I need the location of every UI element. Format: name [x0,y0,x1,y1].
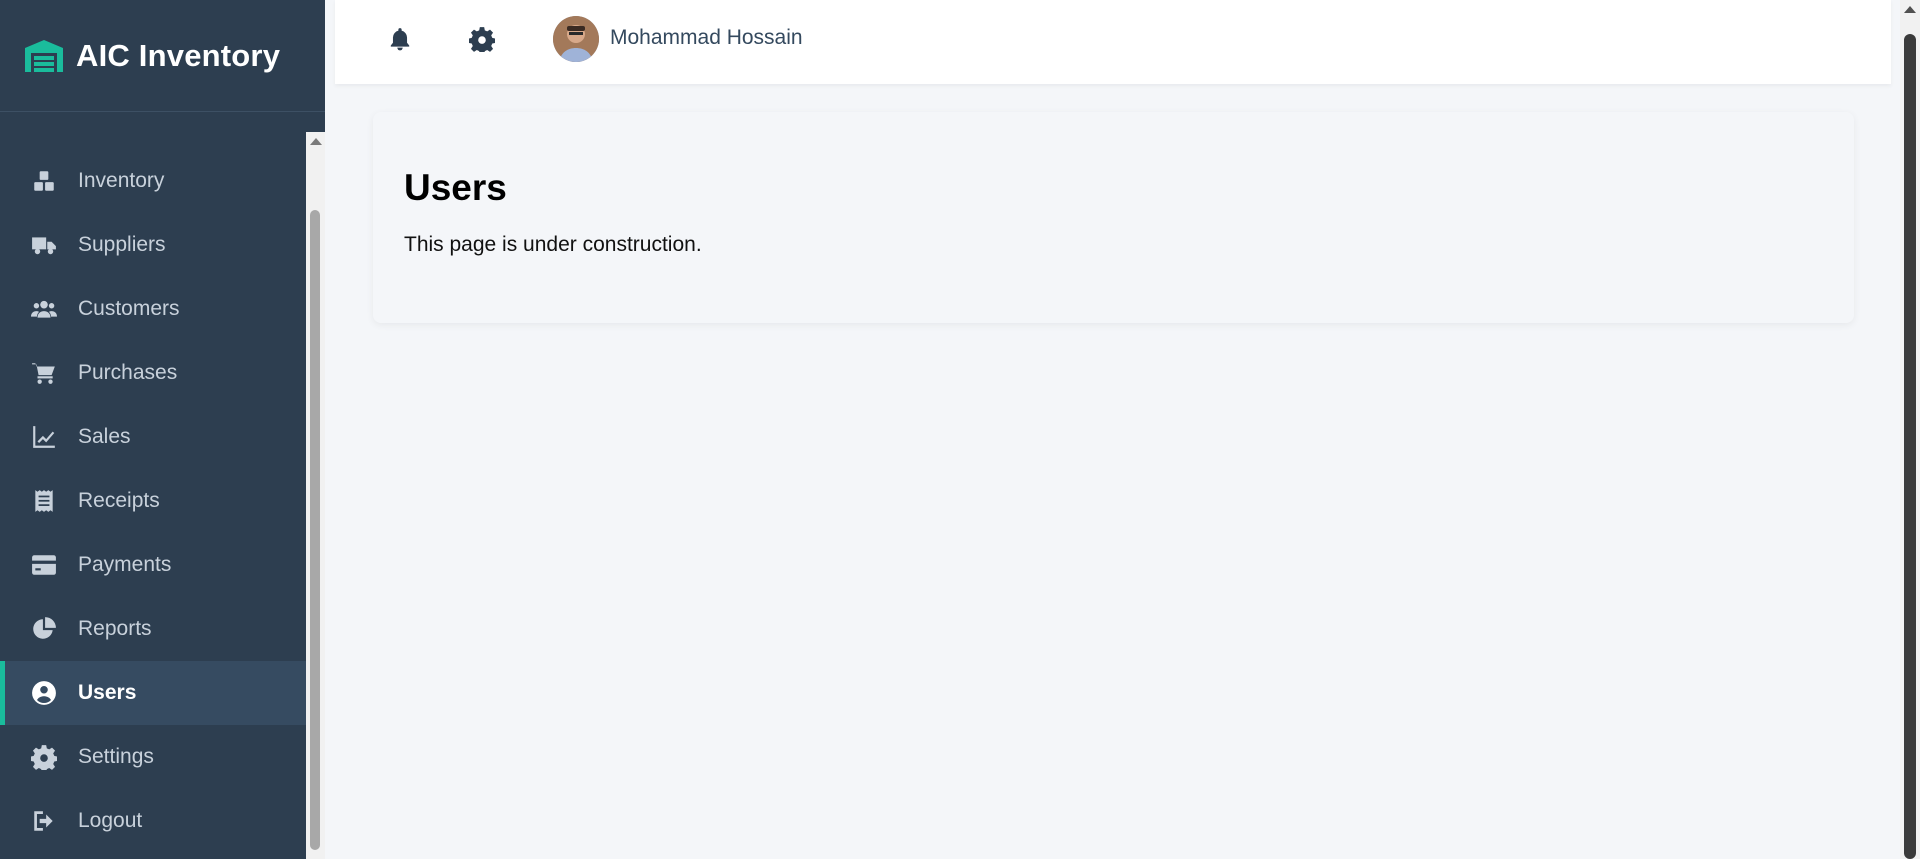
gear-icon[interactable] [467,24,497,54]
sidebar-item-label: Suppliers [78,233,166,256]
sidebar-item-suppliers[interactable]: Suppliers [0,213,306,277]
sidebar-item-label: Logout [78,809,143,832]
sidebar-item-label: Customers [78,297,180,320]
user-circle-icon [30,679,58,707]
sidebar-item-sales[interactable]: Sales [0,405,306,469]
sidebar-item-reports[interactable]: Reports [0,597,306,661]
sidebar-item-users[interactable]: Users [0,661,306,725]
user-name[interactable]: Mohammad Hossain [610,26,803,50]
sidebar-item-label: Receipts [78,489,160,512]
page-scrollbar[interactable] [1900,0,1920,859]
scroll-up-arrow-icon[interactable] [310,138,322,145]
sidebar-item-logout[interactable]: Logout [0,789,306,853]
sidebar-item-settings[interactable]: Settings [0,725,306,789]
gear-icon [30,743,58,771]
credit-card-icon [30,551,58,579]
sidebar-item-receipts[interactable]: Receipts [0,469,306,533]
chart-line-icon [30,423,58,451]
sidebar-item-label: Reports [78,617,152,640]
warehouse-icon [24,39,64,73]
logout-icon [30,807,58,835]
content-card: Users This page is under construction. [373,112,1854,323]
sidebar-item-label: Users [78,681,137,704]
sidebar-item-inventory[interactable]: Inventory [0,149,306,213]
app-title: AIC Inventory [76,37,281,73]
brand[interactable]: AIC Inventory [0,0,325,112]
scroll-up-arrow-icon[interactable] [1904,6,1916,13]
sidebar-item-label: Settings [78,745,154,768]
receipt-icon [30,487,58,515]
sidebar-item-payments[interactable]: Payments [0,533,306,597]
cart-icon [30,359,58,387]
sidebar-item-customers[interactable]: Customers [0,277,306,341]
sidebar-item-label: Inventory [78,169,165,192]
sidebar-scrollbar[interactable] [306,132,325,859]
sidebar-scrollbar-thumb[interactable] [310,210,320,850]
users-icon [30,295,58,323]
avatar[interactable] [553,16,599,62]
bell-icon[interactable] [385,24,415,54]
page-title: Users [404,167,507,208]
sidebar: AIC Inventory Inventory Suppliers Custom… [0,0,325,859]
sidebar-item-label: Purchases [78,361,178,384]
pie-chart-icon [30,615,58,643]
sidebar-item-label: Sales [78,425,131,448]
top-bar: Mohammad Hossain [335,0,1891,84]
construction-message: This page is under construction. [404,233,702,256]
page-scrollbar-thumb[interactable] [1904,34,1916,859]
sidebar-nav: Inventory Suppliers Customers Purchases … [0,132,306,859]
sidebar-item-label: Payments [78,553,172,576]
boxes-icon [30,167,58,195]
sidebar-item-purchases[interactable]: Purchases [0,341,306,405]
truck-icon [30,231,58,259]
